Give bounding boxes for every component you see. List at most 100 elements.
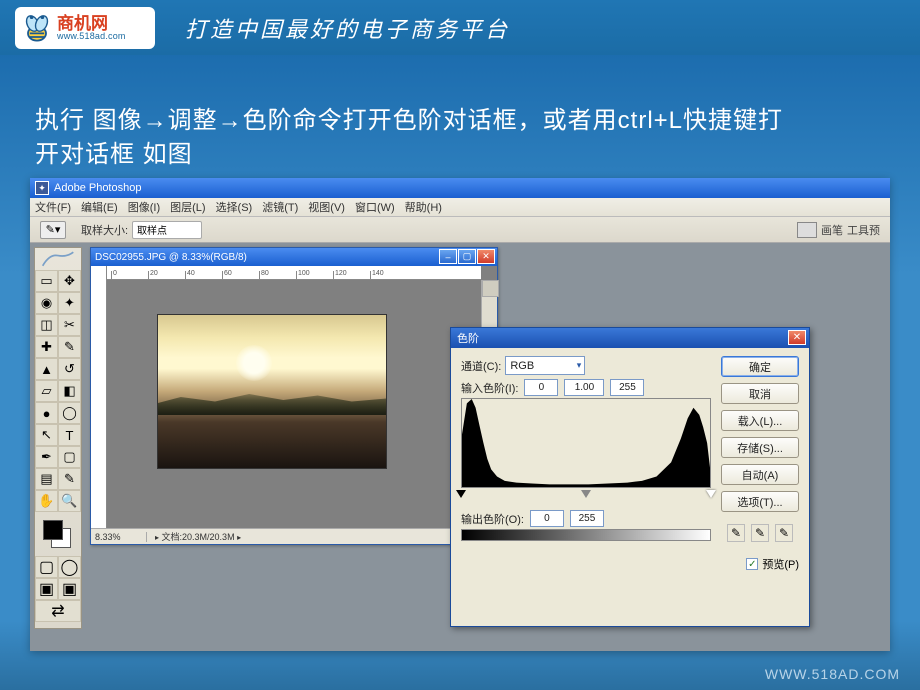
tool-blur[interactable]: ●	[35, 402, 58, 424]
color-swatch[interactable]	[35, 516, 81, 556]
tool-dodge[interactable]: ◯	[58, 402, 81, 424]
input-gamma-field[interactable]: 1.00	[564, 379, 604, 396]
sample-size-combo[interactable]: 取样点	[132, 221, 202, 239]
tool-history[interactable]: ↺	[58, 358, 81, 380]
doc-minimize-button[interactable]: –	[439, 249, 457, 264]
slider-highlight[interactable]	[706, 490, 716, 498]
caption-line-1: 执行 图像→调整→色阶命令打开色阶对话框，或者用ctrl+L快捷键打	[35, 107, 783, 134]
quickmask-off[interactable]: ▢	[35, 556, 58, 578]
menu-window[interactable]: 窗口(W)	[355, 199, 395, 215]
cancel-button[interactable]: 取消	[721, 383, 799, 404]
palette-toggle-icon[interactable]	[797, 222, 817, 238]
eyedropper-black-icon[interactable]: ✎	[727, 524, 745, 542]
tool-palette[interactable]: ▭ ✥ ◉ ✦ ◫ ✂ ✚ ✎ ▲ ↺ ▱ ◧ ● ◯ ↖ T ✒ ▢ ▤ ✎	[34, 247, 82, 629]
doc-canvas[interactable]	[107, 280, 481, 528]
doc-title-text: DSC02955.JPG @ 8.33%(RGB/8)	[95, 252, 247, 263]
menu-help[interactable]: 帮助(H)	[405, 199, 442, 215]
tool-eraser[interactable]: ▱	[35, 380, 58, 402]
doc-titlebar[interactable]: DSC02955.JPG @ 8.33%(RGB/8) – ▢ ✕	[91, 248, 497, 266]
menu-file[interactable]: 文件(F)	[35, 199, 71, 215]
tool-crop[interactable]: ◫	[35, 314, 58, 336]
menu-edit[interactable]: 编辑(E)	[81, 199, 118, 215]
histogram-chart	[461, 398, 711, 488]
tool-notes[interactable]: ▤	[35, 468, 58, 490]
photo-content	[157, 314, 387, 469]
foreground-color-swatch[interactable]	[43, 520, 63, 540]
eyedropper-gray-icon[interactable]: ✎	[751, 524, 769, 542]
menu-select[interactable]: 选择(S)	[216, 199, 253, 215]
bee-icon	[19, 10, 55, 46]
output-black-field[interactable]: 0	[530, 510, 564, 527]
input-black-field[interactable]: 0	[524, 379, 558, 396]
vertical-ruler	[91, 266, 107, 528]
logo-text-cn: 商机网	[57, 15, 126, 32]
quickmask-on[interactable]: ◯	[58, 556, 81, 578]
menu-view[interactable]: 视图(V)	[308, 199, 345, 215]
tool-path[interactable]: ↖	[35, 424, 58, 446]
menu-filter[interactable]: 滤镜(T)	[262, 199, 298, 215]
slide-caption: 执行 图像→调整→色阶命令打开色阶对话框，或者用ctrl+L快捷键打 开对话框 …	[35, 104, 783, 171]
menu-image[interactable]: 图像(I)	[128, 199, 160, 215]
palette-toolpresets-label[interactable]: 工具预	[847, 222, 880, 238]
doc-statusbar: 8.33% ▸ 文档:20.3M/20.3M ▸	[91, 528, 497, 544]
slider-midtone[interactable]	[581, 490, 591, 498]
screenmode-2[interactable]: ▣	[58, 578, 81, 600]
auto-button[interactable]: 自动(A)	[721, 464, 799, 485]
tool-eyedropper[interactable]: ✎	[58, 468, 81, 490]
load-button[interactable]: 载入(L)...	[721, 410, 799, 431]
screenmode-1[interactable]: ▣	[35, 578, 58, 600]
tool-brush[interactable]: ✎	[58, 336, 81, 358]
doc-size-info: 文档:20.3M/20.3M	[162, 532, 235, 542]
tool-hand[interactable]: ✋	[35, 490, 58, 512]
levels-titlebar[interactable]: 色阶 ✕	[451, 328, 809, 348]
site-logo: 商机网 www.518ad.com	[15, 7, 155, 49]
tool-lasso[interactable]: ◉	[35, 292, 58, 314]
document-window: DSC02955.JPG @ 8.33%(RGB/8) – ▢ ✕ 0 20 4…	[90, 247, 498, 545]
ps-title-text: Adobe Photoshop	[54, 182, 141, 194]
slider-shadow[interactable]	[456, 490, 466, 498]
tool-indicator-eyedropper[interactable]: ✎▾	[40, 221, 66, 239]
jump-to[interactable]: ⇄	[35, 600, 81, 622]
output-gradient	[461, 529, 711, 541]
options-button[interactable]: 选项(T)...	[721, 491, 799, 512]
doc-zoom-value[interactable]: 8.33%	[95, 532, 147, 542]
preview-checkbox[interactable]: ✓	[746, 558, 758, 570]
tool-stamp[interactable]: ▲	[35, 358, 58, 380]
levels-close-button[interactable]: ✕	[788, 330, 806, 345]
channel-combo[interactable]: RGB	[505, 356, 585, 375]
ok-button[interactable]: 确定	[721, 356, 799, 377]
sample-size-label: 取样大小:	[81, 222, 128, 238]
ps-titlebar[interactable]: ✦ Adobe Photoshop	[30, 178, 890, 198]
tool-gradient[interactable]: ◧	[58, 380, 81, 402]
tool-heal[interactable]: ✚	[35, 336, 58, 358]
horizontal-ruler: 0 20 40 60 80 100 120 140	[107, 266, 481, 280]
sun-highlight	[236, 345, 272, 381]
tool-zoom[interactable]: 🔍	[58, 490, 81, 512]
logo-text-url: www.518ad.com	[57, 32, 126, 41]
save-button[interactable]: 存储(S)...	[721, 437, 799, 458]
footer-url: WWW.518AD.COM	[765, 666, 900, 682]
tool-move[interactable]: ✥	[58, 270, 81, 292]
menu-layer[interactable]: 图层(L)	[170, 199, 205, 215]
tool-shape[interactable]: ▢	[58, 446, 81, 468]
caption-line-2: 开对话框 如图	[35, 141, 193, 168]
tool-pen[interactable]: ✒	[35, 446, 58, 468]
ps-menubar: 文件(F) 编辑(E) 图像(I) 图层(L) 选择(S) 滤镜(T) 视图(V…	[30, 198, 890, 217]
input-levels-label: 输入色阶(I):	[461, 380, 518, 396]
tool-slice[interactable]: ✂	[58, 314, 81, 336]
tool-wand[interactable]: ✦	[58, 292, 81, 314]
palette-brushes-label[interactable]: 画笔	[821, 222, 843, 238]
preview-label: 预览(P)	[762, 556, 799, 572]
tool-marquee[interactable]: ▭	[35, 270, 58, 292]
input-sliders[interactable]	[461, 490, 711, 500]
doc-maximize-button[interactable]: ▢	[458, 249, 476, 264]
output-sliders[interactable]	[461, 541, 711, 551]
tool-type[interactable]: T	[58, 424, 81, 446]
output-white-field[interactable]: 255	[570, 510, 604, 527]
output-levels-label: 输出色阶(O):	[461, 511, 524, 527]
levels-dialog: 色阶 ✕ 通道(C): RGB 输入色阶(I): 0 1.00 255	[450, 327, 810, 627]
eyedropper-white-icon[interactable]: ✎	[775, 524, 793, 542]
doc-close-button[interactable]: ✕	[477, 249, 495, 264]
tool-palette-header-icon	[35, 248, 81, 270]
input-white-field[interactable]: 255	[610, 379, 644, 396]
